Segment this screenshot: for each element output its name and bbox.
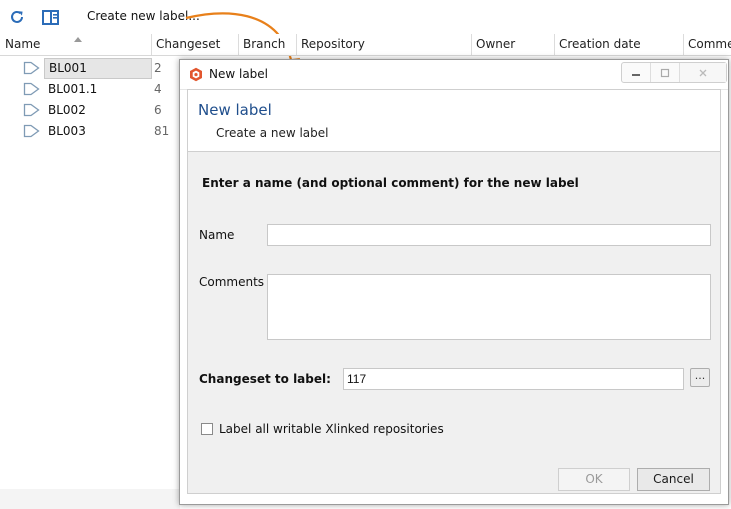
dialog-content-panel: New label Create a new label Enter a nam…	[187, 89, 721, 494]
dialog-instruction: Enter a name (and optional comment) for …	[202, 176, 579, 190]
table-row[interactable]: BL002 6	[0, 100, 180, 121]
label-tag-icon	[23, 61, 40, 75]
close-button[interactable]	[680, 63, 726, 82]
column-creation-date-label: Creation date	[559, 37, 641, 51]
column-repository[interactable]: Repository	[296, 34, 471, 55]
column-owner[interactable]: Owner	[471, 34, 554, 55]
row-changeset: 81	[154, 124, 170, 138]
comments-field[interactable]	[267, 274, 711, 340]
column-changeset-label: Changeset	[156, 37, 221, 51]
name-label: Name	[199, 228, 235, 242]
dialog-header-subtitle: Create a new label	[216, 126, 329, 140]
column-comment[interactable]: Comme	[683, 34, 731, 55]
name-field[interactable]	[267, 224, 711, 246]
table-row[interactable]: BL001.1 4	[0, 79, 180, 100]
changeset-field[interactable]	[343, 368, 684, 390]
row-changeset: 4	[154, 82, 162, 96]
comments-label: Comments	[199, 275, 265, 289]
plastic-scm-app-icon	[190, 67, 202, 82]
row-name: BL003	[48, 124, 86, 138]
minimize-button[interactable]	[622, 63, 651, 82]
column-changeset[interactable]: Changeset	[151, 34, 238, 55]
window-controls	[621, 62, 727, 83]
column-name-label: Name	[5, 37, 41, 51]
row-name: BL001	[44, 58, 152, 79]
grid-header: Name Changeset Branch Repository Owner C…	[0, 34, 731, 56]
dialog-header-banner: New label Create a new label	[188, 90, 720, 152]
row-changeset: 2	[154, 61, 162, 75]
refresh-icon[interactable]	[6, 6, 28, 28]
dialog-header-title: New label	[198, 101, 272, 119]
sort-ascending-icon	[74, 37, 82, 42]
row-name: BL001.1	[48, 82, 98, 96]
ok-button[interactable]: OK	[558, 468, 630, 491]
changeset-to-label-label: Changeset to label:	[199, 372, 331, 386]
row-changeset: 6	[154, 103, 162, 117]
toolbar: Create new label...	[0, 0, 731, 34]
label-tag-icon	[23, 103, 40, 117]
minimize-icon	[632, 73, 640, 76]
grid-footer-area	[0, 489, 180, 509]
column-creation-date[interactable]: Creation date	[554, 34, 683, 55]
split-panel-icon[interactable]	[39, 6, 61, 28]
maximize-icon	[660, 68, 670, 77]
column-owner-label: Owner	[476, 37, 516, 51]
xlinked-checkbox-label: Label all writable Xlinked repositories	[219, 422, 444, 436]
label-tag-icon	[23, 82, 40, 96]
xlinked-checkbox[interactable]	[201, 423, 213, 435]
column-repository-label: Repository	[301, 37, 365, 51]
table-row[interactable]: BL001 2	[0, 58, 180, 79]
cancel-button[interactable]: Cancel	[637, 468, 710, 491]
column-comment-label: Comme	[688, 37, 731, 51]
maximize-button[interactable]	[651, 63, 680, 82]
row-name: BL002	[48, 103, 86, 117]
browse-changeset-button[interactable]: ...	[690, 368, 710, 387]
new-label-dialog: New label New label Create a new label E…	[179, 59, 729, 505]
close-icon	[699, 69, 707, 76]
dialog-window-title: New label	[209, 67, 269, 81]
column-branch[interactable]: Branch	[238, 34, 296, 55]
label-tag-icon	[23, 124, 40, 138]
table-row[interactable]: BL003 81	[0, 121, 180, 142]
dialog-titlebar[interactable]: New label	[180, 60, 728, 90]
column-branch-label: Branch	[243, 37, 286, 51]
